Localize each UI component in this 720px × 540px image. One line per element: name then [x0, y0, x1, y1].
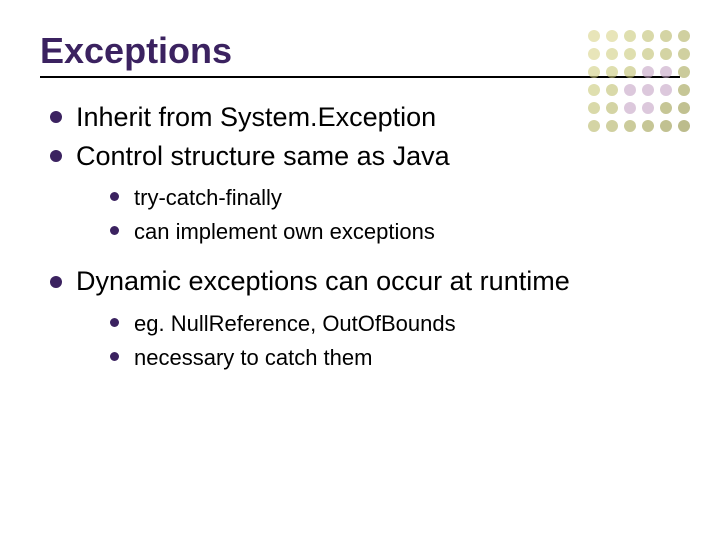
decor-dot — [624, 48, 636, 60]
decor-dot — [624, 30, 636, 42]
bullet-text: Dynamic exceptions can occur at runtime — [76, 266, 570, 296]
sub-bullet-list: eg. NullReference, OutOfBounds necessary… — [76, 309, 680, 372]
sub-bullet-item: can implement own exceptions — [108, 217, 680, 247]
decor-dot — [606, 84, 618, 96]
decor-dot — [588, 84, 600, 96]
decor-dot — [678, 66, 690, 78]
bullet-list: Inherit from System.Exception Control st… — [40, 100, 680, 372]
decor-dot — [660, 66, 672, 78]
sub-bullet-item: eg. NullReference, OutOfBounds — [108, 309, 680, 339]
decor-dot — [642, 30, 654, 42]
sub-bullet-list: try-catch-finally can implement own exce… — [76, 183, 680, 246]
bullet-text: Control structure same as Java — [76, 141, 450, 171]
decor-dot — [660, 30, 672, 42]
sub-bullet-text: necessary to catch them — [134, 345, 372, 370]
bullet-item: Dynamic exceptions can occur at runtime … — [46, 264, 680, 372]
decor-dot — [588, 48, 600, 60]
decor-dot — [678, 30, 690, 42]
slide-title: Exceptions — [40, 30, 680, 72]
decor-dot — [624, 84, 636, 96]
bullet-item: Control structure same as Java try-catch… — [46, 139, 680, 247]
sub-bullet-item: necessary to catch them — [108, 343, 680, 373]
decor-dot — [642, 48, 654, 60]
decor-dot — [606, 48, 618, 60]
bullet-item: Inherit from System.Exception — [46, 100, 680, 135]
title-rule — [40, 76, 680, 78]
decor-dot — [624, 66, 636, 78]
decor-dot — [606, 66, 618, 78]
decor-dot — [588, 66, 600, 78]
decor-dot — [678, 48, 690, 60]
decor-dot — [678, 84, 690, 96]
sub-bullet-text: try-catch-finally — [134, 185, 282, 210]
slide: Exceptions Inherit from System.Exception… — [0, 0, 720, 540]
bullet-text: Inherit from System.Exception — [76, 102, 436, 132]
decor-dot — [642, 84, 654, 96]
decor-dot — [642, 66, 654, 78]
sub-bullet-text: eg. NullReference, OutOfBounds — [134, 311, 456, 336]
decor-dot — [606, 30, 618, 42]
sub-bullet-text: can implement own exceptions — [134, 219, 435, 244]
decor-dot — [660, 84, 672, 96]
decor-dot — [588, 30, 600, 42]
sub-bullet-item: try-catch-finally — [108, 183, 680, 213]
decor-dot — [660, 48, 672, 60]
